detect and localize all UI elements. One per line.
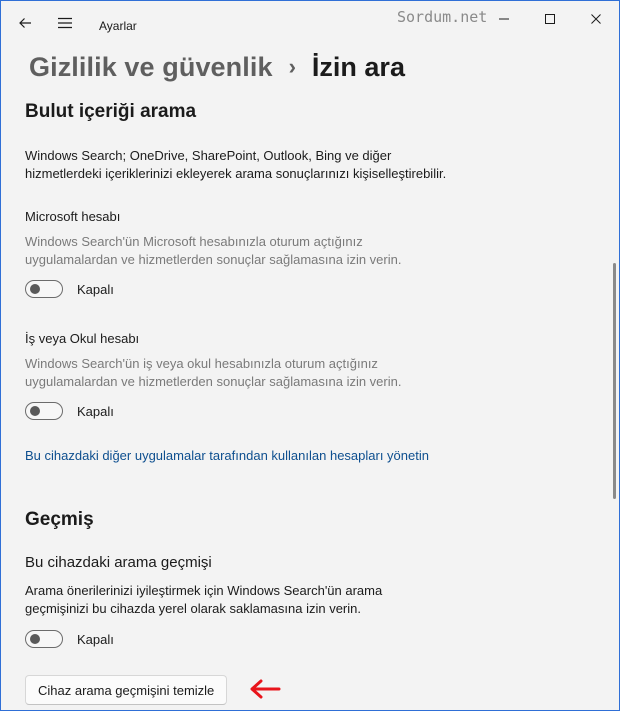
watermark-text: Sordum.net: [397, 8, 488, 26]
red-arrow-icon: [250, 679, 281, 699]
search-history-toggle-state: Kapalı: [77, 631, 114, 647]
cloud-description: Windows Search; OneDrive, SharePoint, Ou…: [25, 147, 446, 183]
breadcrumb: Gizlilik ve güvenlik › İzin ara: [29, 45, 405, 89]
app-title: Ayarlar: [99, 19, 137, 33]
work-account-description-line: uygulamalardan ve hizmetlerden sonuçlar …: [25, 374, 402, 389]
close-icon: [591, 14, 601, 24]
work-account-toggle-row: Kapalı: [25, 402, 114, 420]
microsoft-account-toggle[interactable]: [25, 280, 63, 298]
search-history-description-line: geçmişinizi bu cihazda yerel olarak sakl…: [25, 601, 361, 616]
toggle-knob: [30, 284, 40, 294]
search-history-toggle-row: Kapalı: [25, 630, 114, 648]
breadcrumb-separator-chevron-icon: ›: [288, 54, 296, 79]
cloud-section-title: Bulut içeriği arama: [25, 101, 197, 122]
minimize-button[interactable]: [481, 5, 527, 33]
minimize-icon: [499, 18, 509, 20]
back-arrow-icon: [19, 18, 31, 28]
work-account-description: Windows Search'ün iş veya okul hesabınız…: [25, 355, 401, 391]
settings-window: Ayarlar Sordum.net Gizlilik ve güvenlik …: [0, 0, 620, 711]
breadcrumb-parent[interactable]: Gizlilik ve güvenlik: [29, 52, 273, 83]
history-section-title: Geçmiş: [25, 509, 94, 530]
search-history-toggle[interactable]: [25, 630, 63, 648]
cloud-description-line: Windows Search; OneDrive, SharePoint, Ou…: [25, 148, 392, 163]
microsoft-account-description: Windows Search'ün Microsoft hesabınızla …: [25, 233, 401, 269]
work-account-description-line: Windows Search'ün iş veya okul hesabınız…: [25, 356, 378, 371]
clear-search-history-button[interactable]: Cihaz arama geçmişini temizle: [25, 675, 228, 705]
vertical-scrollbar[interactable]: [613, 263, 616, 499]
toggle-knob: [30, 406, 40, 416]
microsoft-account-toggle-row: Kapalı: [25, 280, 114, 298]
search-history-label: Bu cihazdaki arama geçmişi: [25, 554, 212, 571]
page-title: İzin ara: [311, 51, 405, 82]
search-history-description: Arama önerilerinizi iyileştirmek için Wi…: [25, 582, 382, 618]
work-account-toggle-state: Kapalı: [77, 403, 114, 419]
hamburger-menu-icon: [58, 17, 72, 29]
microsoft-account-description-line: uygulamalardan ve hizmetlerden sonuçlar …: [25, 252, 402, 267]
back-button[interactable]: [11, 9, 39, 37]
maximize-icon: [545, 14, 555, 24]
work-account-toggle[interactable]: [25, 402, 63, 420]
manage-accounts-link[interactable]: Bu cihazdaki diğer uygulamalar tarafında…: [25, 448, 429, 463]
cloud-description-line: hizmetlerdeki içeriklerinizi ekleyerek a…: [25, 166, 447, 181]
search-history-description-line: Arama önerilerinizi iyileştirmek için Wi…: [25, 583, 383, 598]
work-account-label: İş veya Okul hesabı: [25, 331, 140, 346]
microsoft-account-toggle-state: Kapalı: [77, 281, 114, 297]
microsoft-account-label: Microsoft hesabı: [25, 209, 121, 224]
title-bar: Ayarlar Sordum.net: [1, 1, 619, 45]
maximize-button[interactable]: [527, 5, 573, 33]
microsoft-account-description-line: Windows Search'ün Microsoft hesabınızla …: [25, 234, 363, 249]
navigation-menu-button[interactable]: [51, 9, 79, 37]
toggle-knob: [30, 634, 40, 644]
close-button[interactable]: [573, 5, 619, 33]
